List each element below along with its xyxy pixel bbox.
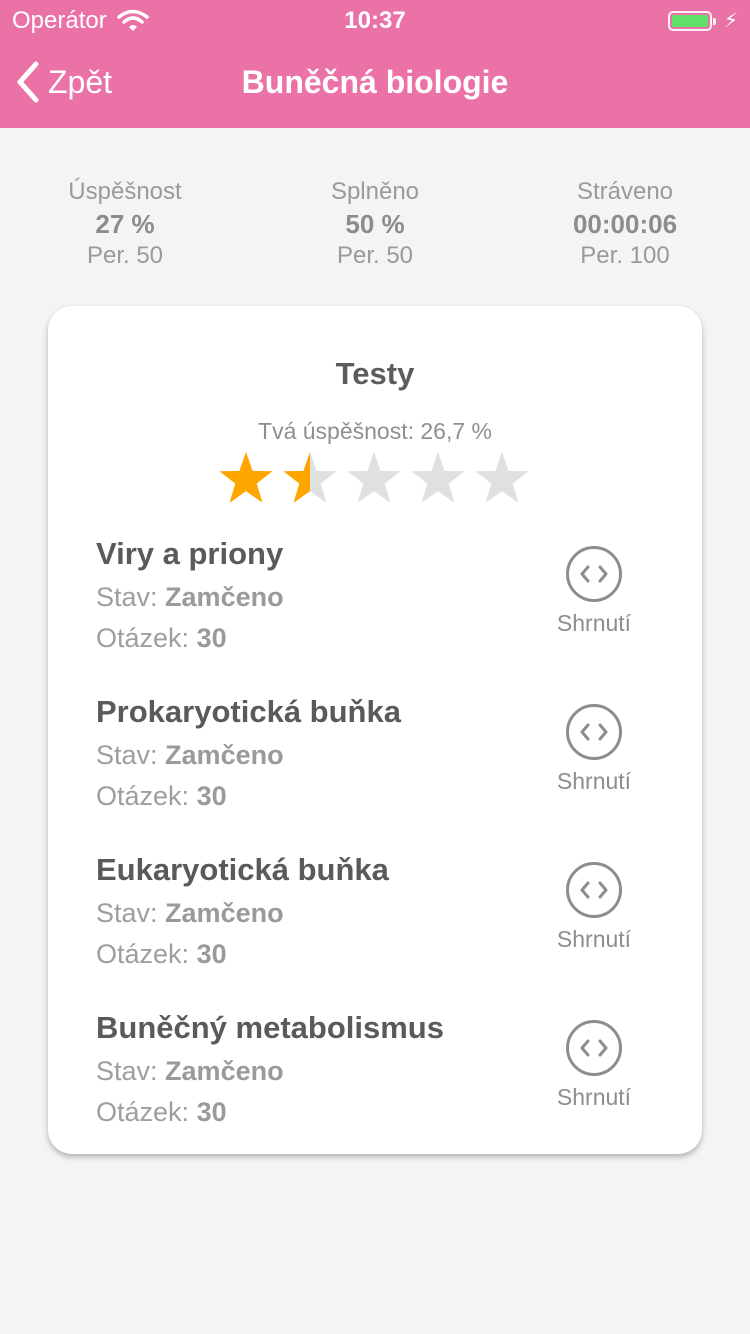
test-item[interactable]: Eukaryotická buňka Stav: Zamčeno Otázek:… [96,852,656,982]
test-questions-value: 30 [196,623,227,653]
test-questions: Otázek: 30 [96,781,227,811]
test-item[interactable]: Buněčný metabolismus Stav: Zamčeno Otáze… [96,1010,656,1140]
summary-label: Shrnutí [556,926,632,952]
test-name: Buněčný metabolismus [96,1010,444,1045]
status-bar: Operátor 10:37 ⚡ [0,0,750,40]
stat-label: Stráveno [576,178,674,205]
summary-button[interactable]: Shrnutí [544,862,644,953]
stat-time-spent: Stráveno 00:00:06 Per. 100 [500,176,750,272]
test-state-value: Zamčeno [165,1056,284,1086]
stats-row: Úspěšnost 27 % Per. 50 Splněno 50 % Per.… [0,176,750,276]
page-title: Buněčná biologie [241,64,509,100]
summary-label: Shrnutí [556,1084,632,1110]
test-state: Stav: Zamčeno [96,898,284,928]
test-questions: Otázek: 30 [96,1097,227,1127]
stat-sub: Per. 50 [336,242,414,269]
success-rate-text: Tvá úspěšnost: 26,7 % [258,418,492,444]
star-rating [219,452,529,503]
card-title: Testy [335,356,415,391]
test-questions-value: 30 [196,781,227,811]
summary-label: Shrnutí [556,768,632,794]
test-questions: Otázek: 30 [96,623,227,653]
test-state: Stav: Zamčeno [96,740,284,770]
test-state-value: Zamčeno [165,898,284,928]
test-questions: Otázek: 30 [96,939,227,969]
stat-label: Úspěšnost [68,178,182,205]
test-questions-value: 30 [196,939,227,969]
star-icon [475,452,529,503]
stat-success: Úspěšnost 27 % Per. 50 [0,176,250,272]
star-icon [283,452,337,503]
test-questions-value: 30 [196,1097,227,1127]
star-icon [411,452,465,503]
stat-sub: Per. 50 [86,242,164,269]
code-brackets-icon [580,881,608,899]
test-state: Stav: Zamčeno [96,582,284,612]
stat-sub: Per. 100 [580,242,670,269]
summary-button[interactable]: Shrnutí [544,704,644,795]
test-state-value: Zamčeno [165,582,284,612]
battery-icon: ⚡ [667,8,738,33]
stat-value: 50 % [345,209,405,239]
test-name: Viry a priony [96,536,284,571]
test-name: Prokaryotická buňka [96,694,401,729]
summary-button[interactable]: Shrnutí [544,546,644,637]
code-brackets-icon [580,1039,608,1057]
stat-value: 00:00:06 [572,209,678,239]
stat-label: Splněno [330,178,420,205]
test-name: Eukaryotická buňka [96,852,389,887]
star-icon [219,452,273,503]
test-state: Stav: Zamčeno [96,1056,284,1086]
tests-card: Testy Tvá úspěšnost: 26,7 % Viry a prion… [48,306,702,1154]
star-icon [347,452,401,503]
summary-button[interactable]: Shrnutí [544,1020,644,1111]
code-brackets-icon [580,565,608,583]
stat-value: 27 % [95,209,155,239]
summary-label: Shrnutí [556,610,632,636]
navigation-bar: Zpět Buněčná biologie [0,40,750,128]
charging-icon: ⚡ [723,10,738,32]
test-state-value: Zamčeno [165,740,284,770]
stat-completed: Splněno 50 % Per. 50 [250,176,500,272]
header: Operátor 10:37 ⚡ Zpět Buněčná biologie [0,0,750,128]
status-time: 10:37 [344,7,406,34]
code-brackets-icon [580,723,608,741]
test-item[interactable]: Viry a priony Stav: Zamčeno Otázek: 30 S… [96,536,656,666]
test-item[interactable]: Prokaryotická buňka Stav: Zamčeno Otázek… [96,694,656,824]
